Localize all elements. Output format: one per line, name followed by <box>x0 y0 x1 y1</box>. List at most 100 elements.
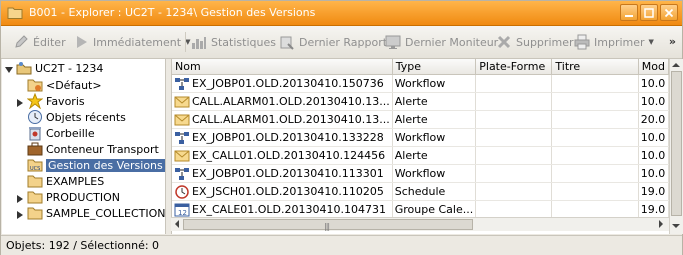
edit-button[interactable]: Éditer <box>13 34 66 50</box>
navigation-tree: UC2T - 1234 <Défaut> Favoris Objets réce… <box>2 59 166 234</box>
row-type: Alerte <box>392 146 477 165</box>
row-name: EX_CALE01.OLD.20130410.104731 <box>192 203 386 216</box>
collapsed-arrow-icon[interactable] <box>16 193 24 203</box>
report-icon <box>279 34 295 50</box>
workflow-icon <box>175 167 189 180</box>
folder-app-icon <box>7 5 23 20</box>
row-title <box>551 182 639 201</box>
row-type: Workflow <box>392 128 477 147</box>
workflow-icon <box>175 131 189 144</box>
tree-item-label: Conteneur Transport <box>46 142 159 156</box>
default-folder-icon <box>27 77 43 93</box>
row-type: Alerte <box>392 110 477 129</box>
tree-root[interactable]: UC2T - 1234 <box>5 60 103 76</box>
status-bar: Objets: 192 / Sélectionné: 0 <box>1 235 682 255</box>
column-header-title[interactable]: Titre <box>551 59 639 75</box>
scroll-right-icon[interactable] <box>657 220 665 228</box>
row-type: Groupe Cale... <box>392 200 477 219</box>
row-name: EX_JSCH01.OLD.20130410.110205 <box>192 185 384 198</box>
row-mod: 10.0 <box>638 92 670 111</box>
delete-button[interactable]: Supprimer <box>496 34 574 50</box>
table-row[interactable]: EX_CALL01.OLD.20130410.124456 Alerte 10.… <box>172 146 670 165</box>
version-folder-icon: UCS <box>27 157 43 173</box>
last-report-label: Dernier Rapport <box>299 35 388 49</box>
column-header-platform[interactable]: Plate-Forme <box>475 59 553 75</box>
vertical-scrollbar[interactable] <box>669 59 683 234</box>
row-type: Schedule <box>392 182 477 201</box>
tree-item-production[interactable]: PRODUCTION <box>16 189 120 205</box>
tree-item-transport-container[interactable]: Conteneur Transport <box>16 141 159 157</box>
print-button[interactable]: Imprimer ▼ <box>574 34 654 50</box>
maximize-button[interactable] <box>640 4 658 21</box>
delete-x-icon <box>496 34 512 50</box>
table-header: Nom Type Plate-Forme Titre Mod <box>172 59 670 75</box>
alert-icon <box>174 114 190 125</box>
table-row[interactable]: CALL.ALARM01.OLD.20130410.13... Alerte 2… <box>172 110 670 129</box>
table-row[interactable]: CALL.ALARM01.OLD.20130410.13... Alerte 1… <box>172 92 670 111</box>
row-platform <box>475 92 553 111</box>
row-mod: 10.0 <box>638 128 670 147</box>
immediate-button[interactable]: Immédiatement ▼ <box>73 34 190 50</box>
expand-arrow-icon[interactable] <box>5 64 13 73</box>
collapsed-arrow-icon[interactable] <box>16 97 24 107</box>
status-text: Objets: 192 / Sélectionné: 0 <box>6 239 160 252</box>
row-platform <box>475 128 553 147</box>
row-platform <box>475 146 553 165</box>
tree-item-label: Corbeille <box>46 126 95 140</box>
last-monitor-button[interactable]: Dernier Moniteur <box>385 34 498 50</box>
row-platform <box>475 74 553 93</box>
column-header-type[interactable]: Type <box>392 59 477 75</box>
column-header-name[interactable]: Nom <box>172 59 393 75</box>
horizontal-scrollbar[interactable]: ||| <box>171 217 669 231</box>
scroll-down-icon[interactable] <box>672 222 680 230</box>
table-row[interactable]: EX_JOBP01.OLD.20130410.113301 Workflow 1… <box>172 164 670 183</box>
schedule-icon <box>175 184 189 199</box>
toolbar-separator <box>185 32 186 52</box>
close-button[interactable] <box>660 4 678 21</box>
table-row[interactable]: 12 EX_CALE01.OLD.20130410.104731 Groupe C… <box>172 200 670 219</box>
vertical-scroll-thumb[interactable] <box>671 71 682 216</box>
tree-item-favorites[interactable]: Favoris <box>16 93 85 109</box>
tree-root-label: UC2T - 1234 <box>35 61 104 75</box>
chevron-down-icon[interactable]: ▼ <box>649 38 654 46</box>
calendar-icon: 12 <box>174 203 190 217</box>
folder-icon <box>27 205 43 221</box>
tree-item-trash[interactable]: Corbeille <box>16 125 95 141</box>
row-name: CALL.ALARM01.OLD.20130410.13... <box>192 95 390 108</box>
tree-item-label: Objets récents <box>46 110 126 124</box>
last-report-button[interactable]: Dernier Rapport <box>279 34 387 50</box>
statistics-button[interactable]: Statistiques <box>191 34 276 50</box>
table-row[interactable]: EX_JSCH01.OLD.20130410.110205 Schedule 1… <box>172 182 670 201</box>
folder-icon <box>27 173 43 189</box>
table-row[interactable]: EX_JOBP01.OLD.20130410.133228 Workflow 1… <box>172 128 670 147</box>
table-row[interactable]: EX_JOBP01.OLD.20130410.150736 Workflow 1… <box>172 74 670 93</box>
toolbar-overflow-button[interactable]: » <box>669 35 676 48</box>
collapsed-arrow-icon[interactable] <box>16 209 24 219</box>
print-label: Imprimer <box>594 35 645 49</box>
row-title <box>551 74 639 93</box>
tree-item-label: Favoris <box>46 94 85 108</box>
column-header-mod[interactable]: Mod <box>638 59 670 75</box>
delete-label: Supprimer <box>516 35 574 49</box>
immediate-label: Immédiatement <box>93 35 182 49</box>
horizontal-scroll-thumb[interactable]: ||| <box>183 219 473 231</box>
tree-item-sample-collection[interactable]: SAMPLE_COLLECTION <box>16 205 166 221</box>
tree-item-label: SAMPLE_COLLECTION <box>46 206 166 220</box>
statistics-label: Statistiques <box>211 35 276 49</box>
tree-item-label: PRODUCTION <box>46 190 120 204</box>
scroll-up-icon[interactable] <box>672 61 680 69</box>
row-mod: 20.0 <box>638 110 670 129</box>
row-title <box>551 164 639 183</box>
tree-item-version-management[interactable]: UCS Gestion des Versions <box>16 157 165 173</box>
tree-item-default[interactable]: <Défaut> <box>16 77 102 93</box>
tree-item-examples[interactable]: EXAMPLES <box>16 173 104 189</box>
tree-item-recent-objects[interactable]: Objets récents <box>16 109 126 125</box>
folder-icon <box>27 189 43 205</box>
scroll-left-icon[interactable] <box>173 220 181 228</box>
row-platform <box>475 182 553 201</box>
window-controls <box>620 4 678 21</box>
alert-icon <box>174 150 190 161</box>
row-title <box>551 146 639 165</box>
minimize-button[interactable] <box>620 4 638 21</box>
title-bar: B001 - Explorer : UC2T - 1234\ Gestion d… <box>1 1 682 26</box>
